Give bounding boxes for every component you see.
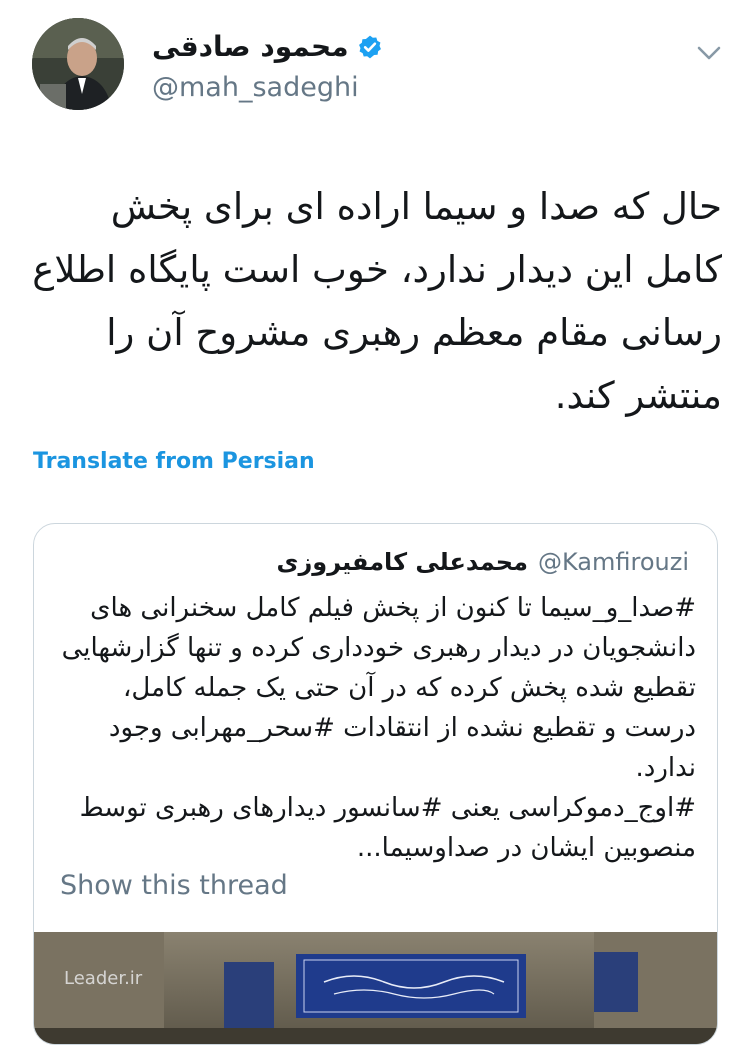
media-watermark: Leader.ir	[64, 968, 143, 989]
media-thumbnail: Leader.ir	[34, 932, 717, 1044]
show-thread-link[interactable]: Show this thread	[60, 870, 288, 901]
quoted-author-name: محمدعلی کامفیروزی	[276, 548, 528, 576]
avatar-photo	[32, 18, 124, 110]
translate-link[interactable]: Translate from Persian	[33, 449, 315, 474]
chevron-down-icon[interactable]	[694, 40, 724, 66]
quoted-media-image[interactable]: Leader.ir	[34, 932, 717, 1044]
quoted-tweet-text: #صدا_و_سیما تا کنون از پخش فیلم کامل سخن…	[61, 593, 696, 863]
author-avatar[interactable]	[32, 18, 124, 110]
quoted-author-handle: @Kamfirouzi	[537, 548, 689, 576]
author-handle[interactable]: @mah_sadeghi	[152, 72, 359, 103]
quoted-tweet[interactable]: محمدعلی کامفیروزی @Kamfirouzi #صدا_و_سیم…	[33, 523, 718, 1045]
author-name-row: محمود صادقی	[152, 30, 383, 63]
verified-badge-icon	[358, 35, 381, 58]
tweet-text: حال که صدا و سیما اراده ای برای پخش کامل…	[32, 185, 722, 417]
author-name[interactable]: محمود صادقی	[152, 30, 349, 63]
quoted-tweet-header: محمدعلی کامفیروزی @Kamfirouzi	[276, 548, 689, 576]
